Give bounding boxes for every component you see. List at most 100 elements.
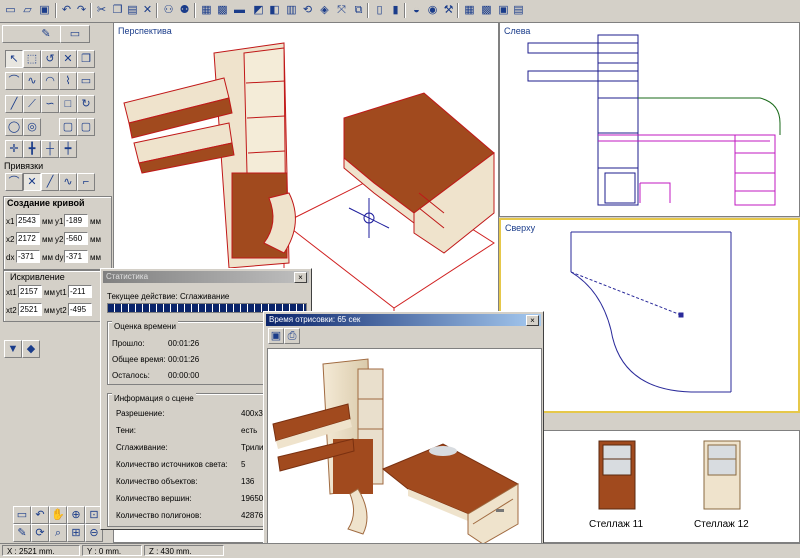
left-viewport[interactable]: Слева — [499, 22, 800, 217]
select-icon[interactable]: ↖ — [5, 50, 23, 68]
snap-cross-icon[interactable]: ✕ — [23, 173, 41, 191]
move-icon[interactable]: ✛ — [5, 140, 23, 158]
polyline-icon[interactable]: ⟋ — [23, 95, 41, 113]
dx-field[interactable]: -371 — [16, 250, 40, 263]
curve-node-icon[interactable]: ⌒ — [5, 72, 23, 90]
cross-icon[interactable]: ╋ — [23, 140, 41, 158]
toolbar-separator — [457, 3, 459, 18]
statistics-titlebar[interactable]: Статистика × — [103, 271, 309, 283]
circle-arrow-icon[interactable]: ↻ — [77, 95, 95, 113]
circle-icon[interactable]: ◎ — [23, 118, 41, 136]
elapsed-label: Прошло: — [112, 339, 145, 348]
pan-hand-icon[interactable]: ✋ — [49, 506, 67, 524]
render-window: Время отрисовки: 65 сек × ▣ ⎙ — [263, 311, 544, 557]
top-viewport[interactable]: Сверху — [499, 218, 800, 413]
dy-field[interactable]: -371 — [64, 250, 88, 263]
square-icon[interactable]: ▢ — [59, 118, 77, 136]
zoom-window-icon[interactable]: ⊞ — [67, 524, 85, 542]
yt1-field[interactable]: -211 — [68, 285, 92, 298]
rotate-icon[interactable]: ⟲ — [299, 2, 316, 19]
copy-object-icon[interactable]: ❐ — [77, 50, 95, 68]
object-tool-button[interactable]: ▭ — [60, 25, 90, 43]
line-icon[interactable]: ╱ — [5, 95, 23, 113]
column-icon[interactable]: ▥ — [283, 2, 300, 19]
close-icon[interactable]: × — [526, 315, 539, 326]
material-tool-icon[interactable]: ▼ — [4, 340, 22, 358]
y1-field[interactable]: -189 — [64, 214, 88, 227]
curve-edit-icon[interactable]: ∿ — [23, 72, 41, 90]
window-icon[interactable]: ▯ — [371, 2, 388, 19]
cut-icon[interactable]: ✂ — [93, 2, 110, 19]
ungroup-icon[interactable]: ⚉ — [176, 2, 193, 19]
catalog-item[interactable]: Стеллаж 12 — [694, 439, 754, 539]
zoom-in-icon[interactable]: ⊕ — [67, 506, 85, 524]
scene-info-title: Информация о сцене — [112, 393, 196, 404]
delete-object-icon[interactable]: ✕ — [59, 50, 77, 68]
close-icon[interactable]: × — [294, 272, 307, 283]
orbit-icon[interactable]: ⟳ — [31, 524, 49, 542]
mirror-icon[interactable]: ◩ — [250, 2, 267, 19]
x1-field[interactable]: 2543 — [16, 214, 40, 227]
box-icon[interactable]: ◧ — [266, 2, 283, 19]
arc-icon[interactable]: ◠ — [41, 72, 59, 90]
snap-wave-icon[interactable]: ∿ — [59, 173, 77, 191]
color-icon[interactable]: ▦ — [198, 2, 215, 19]
shelf-cabinet-icon — [703, 440, 741, 510]
unit-label: мм — [90, 217, 101, 226]
curve-group: Создание кривой x1 2543 мм y1 -189 мм x2… — [3, 196, 112, 270]
catalog-item-label: Стеллаж 12 — [694, 519, 749, 530]
catalog-item[interactable]: Стеллаж 11 — [589, 439, 649, 539]
catalog-panel: Стеллаж 11 Стеллаж 12 — [543, 430, 800, 543]
ellipse-icon[interactable]: ◯ — [5, 118, 23, 136]
zoom-icon[interactable]: ⌕ — [49, 524, 67, 542]
texture-tool-icon[interactable]: ◆ — [22, 340, 40, 358]
select-box-icon[interactable]: ⬚ — [23, 50, 41, 68]
snap-line-icon[interactable]: ╱ — [41, 173, 59, 191]
join-icon[interactable]: ┿ — [59, 140, 77, 158]
split-icon[interactable]: ┼ — [41, 140, 59, 158]
hand-undo-icon[interactable]: ↶ — [31, 506, 49, 524]
measure-icon[interactable]: ◈ — [316, 2, 333, 19]
spline-icon[interactable]: ⌇ — [59, 72, 77, 90]
dx-label: dx — [6, 253, 15, 262]
grid-icon[interactable]: ▦ — [461, 2, 478, 19]
time-group-title: Оценка времени — [112, 321, 178, 332]
grid-snap-icon[interactable]: ▩ — [478, 2, 495, 19]
xt2-field[interactable]: 2521 — [18, 303, 42, 316]
unit-label: мм — [42, 217, 53, 226]
rectangle-icon[interactable]: □ — [59, 95, 77, 113]
save-image-icon[interactable]: ▣ — [268, 328, 284, 344]
axis-icon[interactable]: ⤧ — [333, 2, 350, 19]
layers-icon[interactable]: ⧉ — [350, 2, 367, 19]
frame-icon[interactable]: ▭ — [13, 506, 31, 524]
square-alt-icon[interactable]: ▢ — [77, 118, 95, 136]
material-icon[interactable]: ▩ — [214, 2, 231, 19]
dy-label: dy — [55, 253, 64, 262]
rotate-select-icon[interactable]: ↺ — [41, 50, 59, 68]
unit-label: мм — [44, 306, 55, 315]
group-icon[interactable]: ⚇ — [160, 2, 177, 19]
delete-icon[interactable]: ✕ — [139, 2, 156, 19]
x2-field[interactable]: 2172 — [16, 232, 40, 245]
yt2-field[interactable]: -495 — [68, 303, 92, 316]
snap-curve-icon[interactable]: ⌒ — [5, 173, 23, 191]
pick-icon[interactable]: ✎ — [13, 524, 31, 542]
curve-group-title: Создание кривой — [7, 198, 85, 208]
light-icon[interactable]: ◒ — [408, 2, 425, 19]
wrench-icon[interactable]: ⚒ — [440, 2, 457, 19]
panels-icon[interactable]: ▮ — [387, 2, 404, 19]
new-file-icon[interactable]: ▭ — [2, 2, 19, 19]
open-icon[interactable]: ▱ — [19, 2, 36, 19]
xt1-field[interactable]: 2157 — [18, 285, 42, 298]
eye-icon[interactable]: ◉ — [424, 2, 441, 19]
snap-arc-icon[interactable]: ⌐ — [77, 173, 95, 191]
y2-field[interactable]: -560 — [64, 232, 88, 245]
rectangle-red-icon[interactable]: ▭ — [77, 72, 95, 90]
settings-icon[interactable]: ▤ — [510, 2, 527, 19]
align-icon[interactable]: ▬ — [231, 2, 248, 19]
redo-icon[interactable]: ↷ — [73, 2, 90, 19]
bezier-icon[interactable]: ∽ — [41, 95, 59, 113]
render-titlebar[interactable]: Время отрисовки: 65 сек × — [266, 314, 541, 326]
print-icon[interactable]: ⎙ — [284, 328, 300, 344]
save-icon[interactable]: ▣ — [36, 2, 53, 19]
